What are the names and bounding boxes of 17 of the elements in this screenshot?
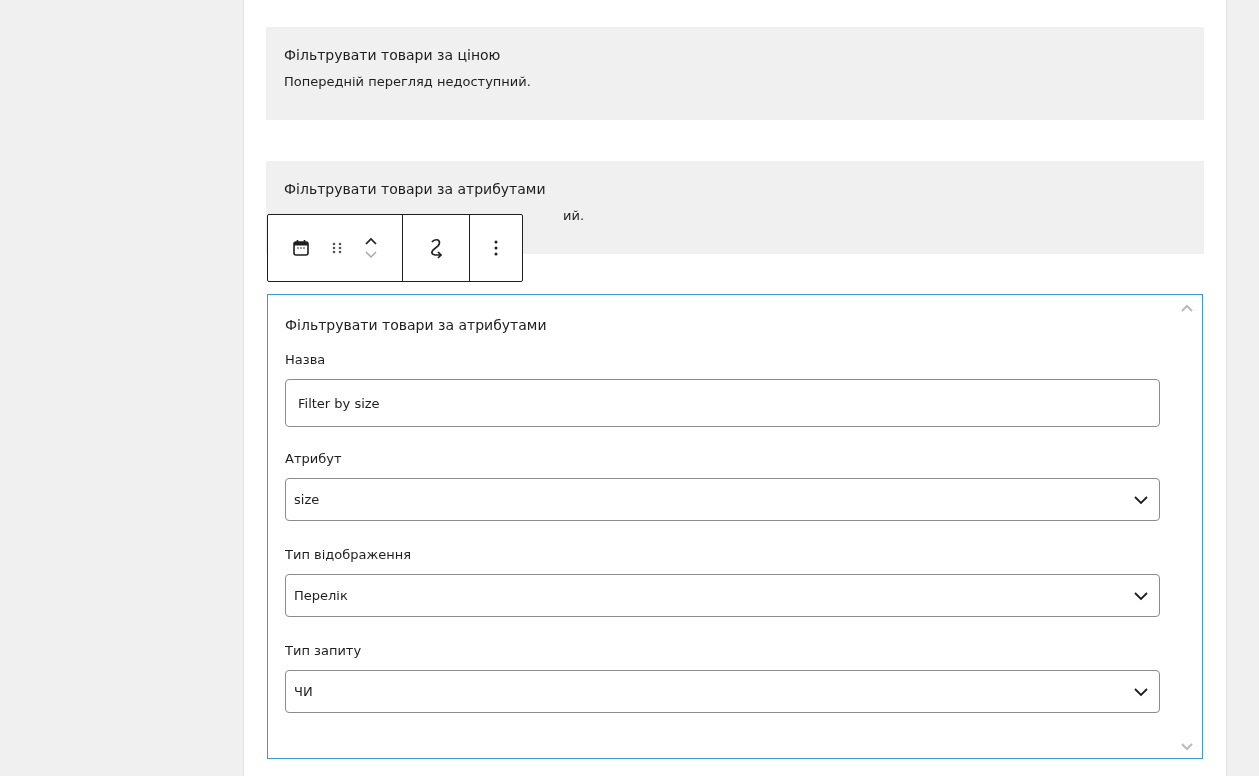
block-description: Попередній перегляд недоступний. <box>284 74 532 89</box>
title-input[interactable]: Filter by size <box>285 379 1160 427</box>
chevron-down-icon <box>1133 494 1149 505</box>
chevron-down-icon <box>1133 590 1149 601</box>
chevron-down-icon <box>1133 686 1149 697</box>
select-dropdown[interactable]: ЧИ <box>285 670 1160 713</box>
block-title: Фільтрувати товари за ціною <box>284 47 502 63</box>
field-label: Атрибут <box>285 451 343 466</box>
select-dropdown[interactable]: Перелік <box>285 574 1160 617</box>
select-dropdown[interactable]: size <box>285 478 1160 521</box>
panel-title: Фільтрувати товари за атрибутами <box>285 317 548 333</box>
field-label: Назва <box>285 352 327 367</box>
block-title: Фільтрувати товари за атрибутами <box>284 181 547 197</box>
block-description: ий. <box>563 208 586 223</box>
field-label: Тип запиту <box>285 643 363 658</box>
field-label: Тип відображення <box>285 547 412 562</box>
calendar-icon[interactable] <box>290 237 312 259</box>
